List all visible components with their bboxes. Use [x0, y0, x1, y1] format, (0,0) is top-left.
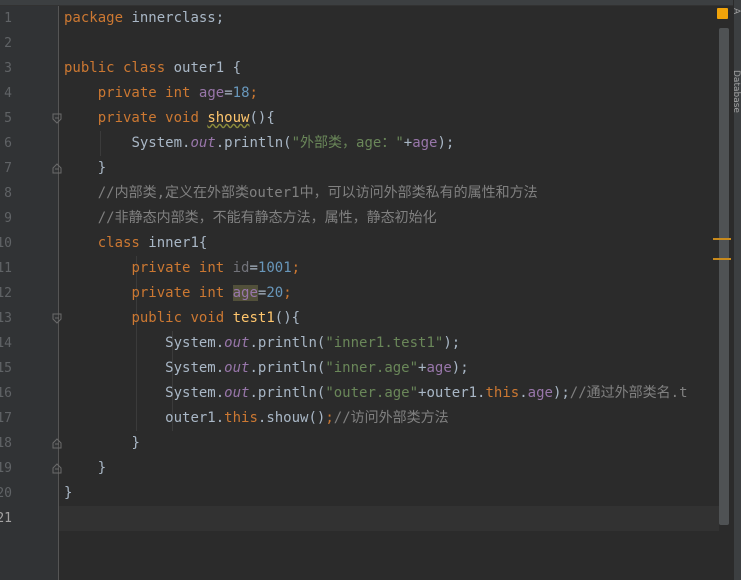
- line-number: 1: [4, 11, 12, 26]
- code-line-20: }: [64, 485, 73, 501]
- line-number: 7: [4, 161, 12, 176]
- code-line-17: outer1.this.shouw();//访问外部类方法: [165, 410, 449, 426]
- code-line-1: package innerclass;: [64, 10, 225, 26]
- line-number: 10: [0, 236, 12, 251]
- line-number: 13: [0, 311, 12, 326]
- inspection-warning-icon[interactable]: [717, 8, 728, 19]
- line-number: 12: [0, 286, 12, 301]
- line-number: 15: [0, 361, 12, 376]
- line-number: 9: [4, 211, 12, 226]
- code-line-19: }: [97, 460, 107, 476]
- code-line-5: private void shouw(){: [97, 110, 275, 126]
- vertical-scrollbar[interactable]: [719, 28, 729, 525]
- error-stripe-mark[interactable]: [713, 238, 731, 240]
- line-number: 5: [4, 111, 12, 126]
- line-number: 18: [0, 436, 12, 451]
- code-line-13: public void test1(){: [131, 310, 301, 326]
- error-stripe-mark[interactable]: [713, 258, 731, 260]
- code-line-11: private int id=1001;: [131, 260, 301, 276]
- code-line-3: public class outer1 {: [64, 60, 242, 76]
- line-number: 16: [0, 386, 12, 401]
- line-number: 14: [0, 336, 12, 351]
- fold-open-icon[interactable]: [52, 113, 62, 124]
- line-number-gutter: 1 2 3 4 5 6 7 8 9 10 11 12 13 14 15 16 1…: [0, 6, 62, 580]
- line-number: 2: [4, 36, 12, 51]
- code-line-18: }: [131, 435, 140, 451]
- code-line-4: private int age=18;: [97, 85, 258, 101]
- code-line-14: System.out.println("inner1.test1");: [165, 335, 461, 351]
- fold-close-icon[interactable]: [52, 438, 62, 449]
- code-line-9: //非静态内部类，不能有静态方法，属性，静态初始化: [97, 210, 437, 226]
- code-line-12: private int age=20;: [131, 285, 292, 301]
- line-number: 17: [0, 411, 12, 426]
- side-tab-top[interactable]: A: [731, 8, 741, 14]
- fold-close-icon[interactable]: [52, 163, 62, 174]
- line-number: 21: [0, 511, 12, 526]
- fold-close-icon[interactable]: [52, 463, 62, 474]
- line-number: 8: [4, 186, 12, 201]
- line-number: 3: [4, 61, 12, 76]
- code-editor[interactable]: 1 2 3 4 5 6 7 8 9 10 11 12 13 14 15 16 1…: [0, 0, 741, 580]
- side-tab-database[interactable]: Database: [731, 70, 741, 113]
- line-number: 4: [4, 86, 12, 101]
- code-text-area[interactable]: package innerclass; public class outer1 …: [64, 6, 711, 580]
- line-number: 19: [0, 461, 12, 476]
- fold-open-icon[interactable]: [52, 313, 62, 324]
- code-line-15: System.out.println("inner.age"+age);: [165, 360, 469, 376]
- code-line-10: class inner1{: [97, 235, 208, 251]
- line-number: 11: [0, 261, 12, 276]
- line-number: 6: [4, 136, 12, 151]
- code-line-8: //内部类,定义在外部类outer1中，可以访问外部类私有的属性和方法: [97, 185, 538, 201]
- code-line-7: }: [97, 160, 107, 176]
- line-number: 20: [0, 486, 12, 501]
- code-line-6: System.out.println("外部类，age："+age);: [131, 135, 455, 151]
- code-line-16: System.out.println("outer.age"+outer1.th…: [165, 385, 688, 401]
